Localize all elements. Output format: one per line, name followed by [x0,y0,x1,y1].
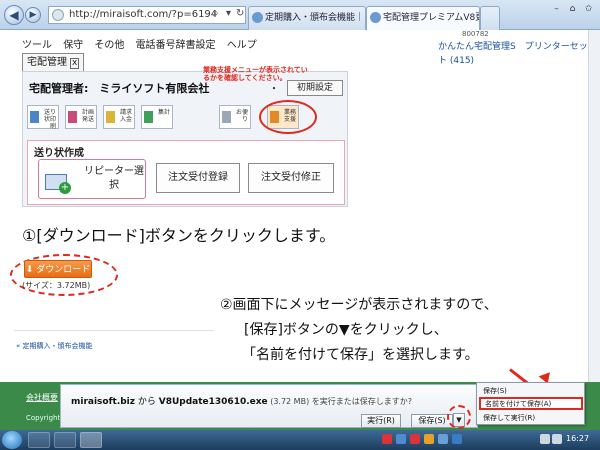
tile-label: お便り [235,109,248,123]
menu-item-maintenance: 保守 [63,40,84,51]
calendar-icon [68,111,77,123]
menu-item-phone-dictionary: 電話番号辞書設定 [135,40,216,51]
tile-letters: お便り [219,105,251,129]
download-question: を実行または保存しますか? [311,397,412,406]
tray-icon[interactable] [382,434,392,444]
new-tab-button[interactable] [480,6,500,30]
back-icon[interactable]: ◀ [4,5,24,25]
tab-icon [370,12,381,23]
app-menubar: ツール 保守 その他 電話番号辞書設定 ヘルプ [22,36,265,52]
download-button[interactable]: ⬇ ダウンロード [24,260,92,278]
download-size: (サイズ：3.72MB) [22,281,91,290]
menu-item-save-as[interactable]: 名前を付けて保存(A) [479,397,583,410]
tab-update[interactable]: 宅配管理プレミアムV8更... [366,6,480,30]
close-icon: x [70,58,80,69]
app-tab-label: 宅配管理 [27,57,67,68]
document-icon [106,111,115,123]
tile-billing: 請求入金 [103,105,135,129]
step2-line1: ②画面下にメッセージが表示されますので、 [220,297,498,313]
minimize-icon[interactable]: – [550,4,563,14]
download-site: miraisoft.biz [71,397,136,407]
prev-post-link[interactable]: « 定期購入・頒布会機能 [16,341,93,351]
divider [14,330,214,331]
step2-text: ②画面下にメッセージが表示されますので、 [保存]ボタンの▼をクリックし、 「名… [220,293,590,368]
app-tab: 宅配管理 x [22,53,85,71]
order-edit-button: 注文受付修正 [248,163,334,193]
menu-item-save-and-run[interactable]: 保存して実行(R) [483,412,583,424]
clock[interactable]: 16:27 [566,434,589,443]
download-file-size: (3.72 MB) [267,397,312,406]
ie-window-icon[interactable] [80,432,102,448]
app-main-panel: 宅配管理者: ミライソフト有限会社 ・ 初期設定 送り状印刷 計画発送 請求入金… [22,66,348,207]
chart-icon [144,111,153,123]
repeater-label: リピーター選択 [84,166,144,191]
separator-dot: ・ [269,84,279,95]
menu-item-save[interactable]: 保存(S) [483,385,583,397]
run-button[interactable]: 実行(R) [361,414,401,428]
address-text: http://miraisoft.com/?p=6194 [69,9,218,20]
network-icon[interactable] [540,434,550,444]
tile-scheduled-shipping: 計画発送 [65,105,97,129]
download-label: ダウンロード [36,265,91,275]
volume-icon[interactable] [552,434,562,444]
tray-icon[interactable] [452,434,462,444]
sidebar-label: 800782 [462,30,489,38]
settings-icon[interactable]: ✩ [582,4,595,14]
repeater-select-button: + リピーター選択 [38,159,146,199]
menu-item-help: ヘルプ [226,40,257,51]
tab-icon [252,12,263,23]
tile-label: 送り状印刷 [43,109,56,130]
dropdown-annotation-circle [447,405,471,429]
start-button-icon[interactable] [2,431,22,449]
tile-label: 計画発送 [81,109,94,123]
company-label: 宅配管理者: ミライソフト有限会社 [29,82,210,95]
tab-label: 宅配管理プレミアムV8更... [383,13,479,23]
send-panel-title: 送り状作成 [34,148,84,159]
tray-icon[interactable] [438,434,448,444]
page-icon [52,9,64,21]
step1-text: ①[ダウンロード]ボタンをクリックします。 [22,226,336,245]
tray-icon[interactable] [396,434,406,444]
annotation-circle [259,100,317,134]
letter-icon [222,111,231,123]
tray-icon[interactable] [424,434,434,444]
order-register-button: 注文受付登録 [156,163,240,193]
forward-icon[interactable]: ▶ [25,7,41,23]
folder-icon[interactable] [54,432,76,448]
step2-line3: 「名前を付けて保存」を選択します。 [242,347,479,363]
tile-totals: 集計 [141,105,173,129]
save-dropdown-menu: 保存(S) 名前を付けて保存(A) 保存して実行(R) [476,382,585,425]
step2-line2: [保存]ボタンの▼をクリックし、 [244,322,448,338]
refresh-icon[interactable]: ↻ [236,8,244,19]
annotation-note: 業務支援メニューが表示されているかを確認してください。 [203,66,308,82]
plus-icon: + [59,182,71,194]
download-icon: ⬇ [25,265,37,275]
printer-icon [30,111,39,123]
company-profile-link[interactable]: 会社概要 [26,392,58,403]
sidebar-product-link[interactable]: かんたん宅配管理S プリンターセット (415) [438,40,588,68]
tray-icon[interactable] [410,434,420,444]
tab-subscription[interactable]: 定期購入・頒布会機能｜ミラ... [248,6,366,30]
tile-invoice-print: 送り状印刷 [27,105,59,130]
download-message: miraisoft.biz から V8Update130610.exe (3.7… [71,394,412,407]
tab-label: 定期購入・頒布会機能｜ミラ... [265,13,365,23]
app-screenshot: ツール 保守 その他 電話番号辞書設定 ヘルプ 宅配管理 x 宅配管理者: ミライ… [22,30,348,207]
download-notification-bar: miraisoft.biz から V8Update130610.exe (3.7… [60,384,478,429]
home-icon[interactable]: ⌂ [566,4,579,14]
init-settings-button: 初期設定 [287,80,343,96]
windows-taskbar: 16:27 [0,430,600,450]
dropdown-icon[interactable]: ▾ [226,8,231,19]
download-from: から [135,397,159,407]
tile-label: 集計 [157,109,170,116]
send-invoice-panel: 送り状作成 + リピーター選択 注文受付登録 注文受付修正 [27,140,345,205]
menu-item-other: その他 [94,40,125,51]
browser-toolbar: ◀ ▶ http://miraisoft.com/?p=6194 ⌕ ▾ ↻ 定… [0,0,600,30]
ie-icon[interactable] [28,432,50,448]
download-file: V8Update130610.exe [158,397,268,407]
menu-item-tools: ツール [22,40,52,51]
copyright-text: Copyright [26,414,61,422]
tile-label: 請求入金 [119,109,132,123]
search-icon[interactable]: ⌕ [213,8,219,19]
